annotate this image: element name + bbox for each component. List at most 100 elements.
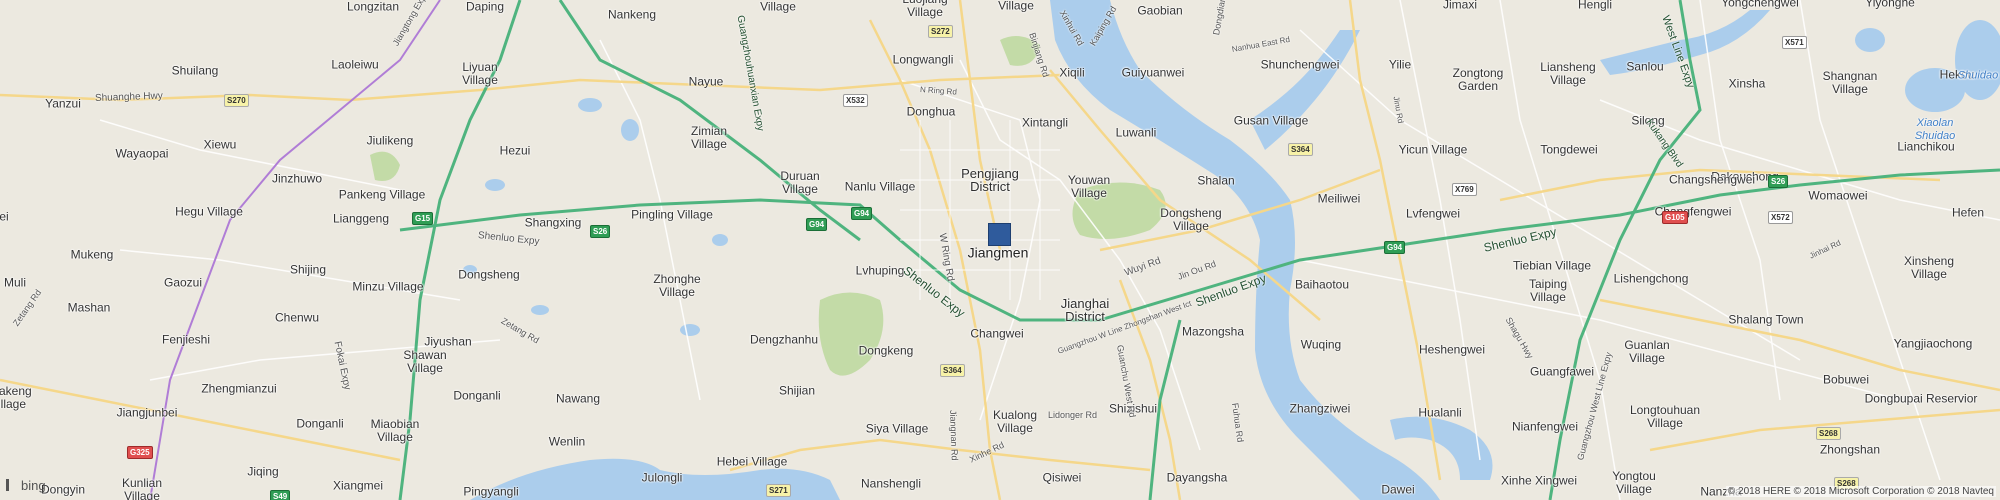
place-label: Qisiwei: [1042, 470, 1082, 485]
place-label: Jiangjunbei: [116, 405, 178, 420]
place-label: Jinzhuwo: [271, 171, 323, 186]
route-shield: G105: [1662, 211, 1688, 224]
water-label: Shuidao: [1957, 69, 1999, 82]
route-shield: X532: [843, 94, 868, 107]
place-label: oakeng illage: [0, 384, 32, 411]
place-label: Jiulikeng: [366, 133, 414, 148]
place-label: Youwan Village: [1067, 173, 1111, 200]
place-label: Yilie: [1388, 57, 1412, 72]
place-label: Mukeng: [70, 247, 114, 262]
place-label: Jiyushan: [424, 334, 472, 349]
river-branch-ne: [1250, 30, 1360, 150]
route-shield: S364: [1288, 143, 1313, 156]
place-label: Dayangsha: [1166, 470, 1228, 485]
route-shield: G94: [851, 207, 873, 220]
place-label: Jiqing: [247, 464, 279, 479]
place-label: Dawei: [1381, 482, 1415, 497]
place-label: Yicun Village: [1398, 142, 1468, 157]
place-label: Duruan Village: [780, 169, 820, 196]
place-label: Siya Village: [865, 421, 929, 436]
place-label: Shuilang: [171, 63, 219, 78]
place-label: Guiyuanwei: [1121, 65, 1185, 80]
place-label: Xinsheng Village: [1903, 254, 1955, 281]
place-label: Dongsheng: [458, 267, 520, 282]
route-shield: G15: [412, 212, 434, 225]
place-label: Changshengwei: [1668, 172, 1756, 187]
bing-logo-text: bing: [21, 478, 46, 493]
place-label: Longzitan: [346, 0, 400, 14]
place-label: Xiangmei: [332, 478, 384, 493]
place-label: Kualong Village: [992, 408, 1038, 435]
place-label: Minzu Village: [352, 279, 424, 294]
place-label: Mazongsha: [1181, 324, 1245, 339]
place-label: Guanlan Village: [1624, 338, 1670, 365]
place-label: Yongchengwei: [1721, 0, 1799, 10]
place-label: Lvfengwei: [1405, 206, 1461, 221]
place-label: Wayaopai: [115, 146, 169, 161]
place-label: Nanshengli: [860, 476, 922, 491]
route-shield: X571: [1782, 36, 1807, 49]
place-label: Gaobian: [1137, 3, 1183, 18]
route-shield: S26: [1768, 175, 1789, 188]
place-label: Heshengwei: [1418, 342, 1486, 357]
place-label: Dongsheng Village: [1160, 206, 1222, 233]
place-label: Pengjiang District: [961, 166, 1019, 194]
water-label: Xiaolan Shuidao: [1914, 117, 1956, 142]
place-label: Shalang Town: [1728, 312, 1804, 327]
expressways: [398, 0, 2000, 500]
location-pin[interactable]: [988, 223, 1011, 246]
place-label: Donganli: [296, 416, 344, 431]
place-label: Laoleiwu: [331, 57, 379, 72]
place-label: Sanlou: [1626, 59, 1664, 74]
route-shield: G325: [127, 446, 153, 459]
place-label: Jianghai District: [1060, 296, 1110, 324]
place-label: Shunchengwei: [1260, 57, 1340, 72]
place-label: Guangfawei: [1529, 364, 1595, 379]
place-label: Wuqing: [1300, 337, 1342, 352]
place-label: Nayue: [688, 74, 724, 89]
route-shield: S271: [766, 484, 791, 497]
route-shield: X769: [1452, 183, 1477, 196]
route-shield: X572: [1768, 211, 1793, 224]
place-label: Luojiang Village: [902, 0, 947, 19]
place-label: Fenjieshi: [161, 332, 211, 347]
place-label: Hegu Village: [175, 204, 243, 219]
route-shield: G94: [1384, 241, 1406, 254]
place-label: Tiebian Village: [1512, 258, 1592, 273]
place-label: Gusan Village: [1233, 113, 1309, 128]
place-label: Changwei: [970, 326, 1024, 341]
route-shield: S272: [928, 25, 953, 38]
place-label: Tongdewei: [1540, 142, 1598, 157]
place-label: Shawan Village: [403, 348, 447, 375]
place-label: Zhonghe Village: [653, 272, 701, 299]
place-label: Dongbupai Reservior: [1864, 391, 1978, 406]
place-label: Muli: [3, 275, 27, 290]
place-label: Village: [998, 0, 1034, 13]
place-label: Donganli: [453, 388, 501, 403]
place-label: Shalan: [1197, 173, 1235, 188]
xijiang-river: [1050, 0, 1440, 500]
route-shield: S364: [940, 364, 965, 377]
place-label: Lishengchong: [1613, 271, 1689, 286]
bing-logo[interactable]: bing: [6, 478, 46, 493]
place-label: Jimaxi: [1442, 0, 1478, 12]
route-shield: S268: [1816, 427, 1841, 440]
place-label: Donghua: [906, 104, 956, 119]
map-canvas[interactable]: Longzitan Daping Nankeng Village Luojian…: [0, 0, 2000, 500]
place-label: Julongli: [641, 470, 683, 485]
route-shield: S270: [224, 94, 249, 107]
place-label: Hezui: [499, 143, 531, 158]
place-label: Zongtong Garden: [1452, 66, 1504, 93]
place-label: Hebei Village: [716, 454, 788, 469]
place-label: Miaobian Village: [370, 417, 420, 444]
place-label: Yongtou Village: [1612, 469, 1656, 496]
place-label: Lvhuping: [855, 263, 905, 278]
place-label: Kunlian Village: [121, 476, 163, 500]
place-label: Pingyangli: [463, 484, 519, 499]
place-label: Yanzui: [45, 96, 81, 111]
place-label: Village: [760, 0, 796, 14]
place-label: Nawang: [555, 391, 601, 406]
place-label: Gaozui: [163, 275, 203, 290]
place-label: Longtouhuan Village: [1629, 403, 1701, 430]
road-label: Lidonger Rd: [1048, 410, 1098, 420]
